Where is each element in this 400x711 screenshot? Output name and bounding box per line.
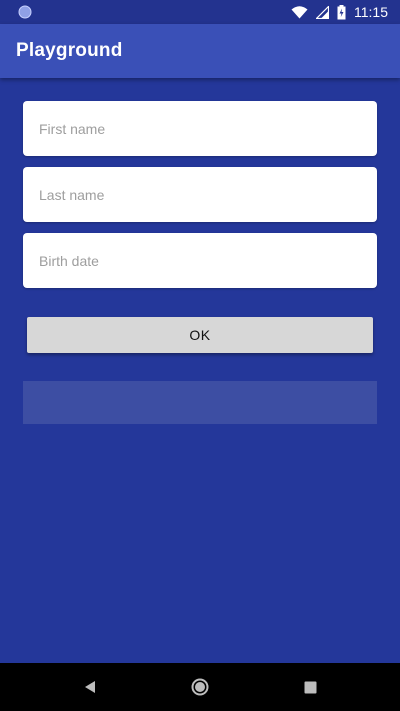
navigation-bar [0,663,400,711]
ok-button[interactable]: OK [27,317,373,353]
battery-charging-icon [337,4,346,20]
home-icon[interactable] [176,663,224,711]
last-name-field[interactable] [23,167,377,222]
first-name-input[interactable] [39,120,377,137]
birth-date-field[interactable] [23,233,377,288]
first-name-field[interactable] [23,101,377,156]
status-bar: 11:15 [0,0,400,24]
app-bar: Playground [0,24,400,78]
recents-icon[interactable] [286,663,334,711]
notification-circle-icon [18,5,32,19]
screen: 11:15 Playground OK [0,0,400,711]
last-name-input[interactable] [39,186,377,203]
wifi-icon [291,5,308,19]
back-icon[interactable] [66,663,114,711]
result-panel [23,381,377,424]
app-title: Playground [16,40,123,61]
status-time: 11:15 [354,4,388,20]
signal-icon [316,5,329,19]
birth-date-input[interactable] [39,252,377,269]
